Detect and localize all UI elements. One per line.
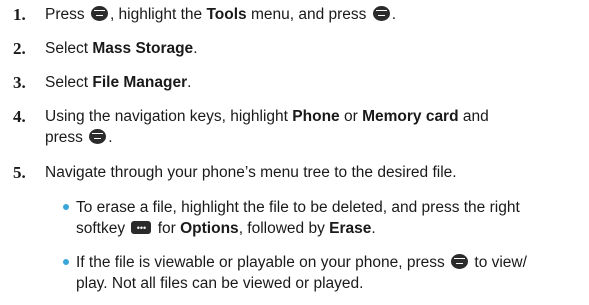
bullet-dot [63,204,69,210]
step-number: 3. [13,73,26,92]
menu-ok-key-icon [90,6,108,21]
step-text: Select Mass Storage. [45,40,198,57]
step-number: 4. [13,107,26,126]
menu-ok-key-icon [89,129,107,144]
menu-ok-key-icon [372,6,390,21]
step-number: 5. [13,163,26,182]
step-text: Select File Manager. [45,74,192,91]
instruction-list: 1. Press , highlight the Tools menu, and… [0,0,589,305]
step-text: Using the navigation keys, highlight Pho… [45,108,489,146]
bullet-dot [63,259,69,265]
step-number: 1. [13,5,26,24]
bullet-text: To erase a file, highlight the file to b… [76,197,581,239]
step-text: Navigate through your phone’s menu tree … [45,164,457,181]
step-text: Press , highlight the Tools menu, and pr… [45,6,397,23]
menu-ok-key-icon [451,254,469,269]
right-softkey-icon [131,218,152,239]
bullet-text: If the file is viewable or playable on y… [76,254,527,292]
step-number: 2. [13,39,26,58]
